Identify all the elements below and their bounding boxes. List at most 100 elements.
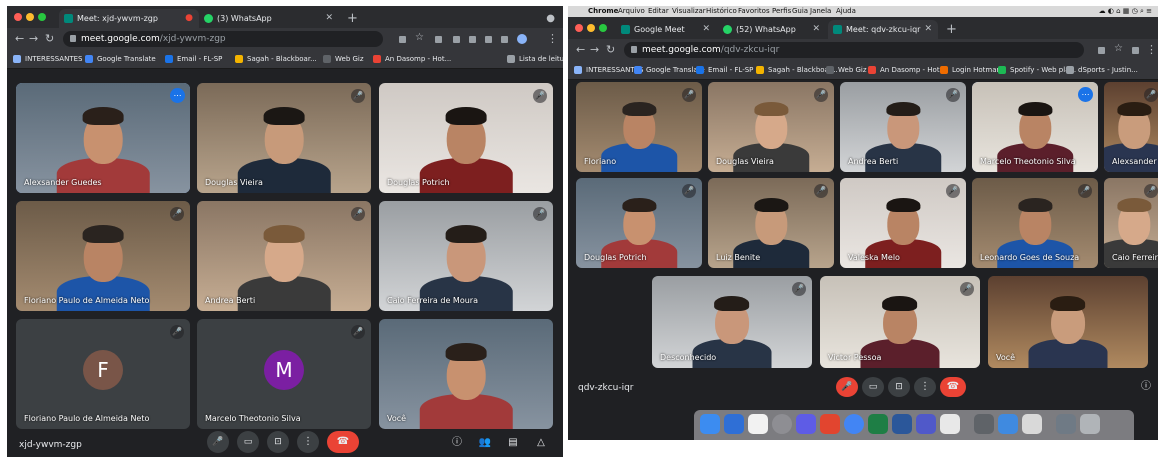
trash-icon[interactable] [1080,414,1100,434]
minimize-window-button[interactable] [587,24,595,32]
maximize-window-button[interactable] [599,24,607,32]
forward-button[interactable]: → [29,32,38,45]
menu-item[interactable]: Editar [648,6,669,17]
meeting-info-icon[interactable]: ⓘ [1138,379,1154,395]
bookmark-item[interactable]: dSports - Justin... [1066,63,1138,77]
camera-indicator-icon[interactable] [1098,47,1105,54]
activities-icon[interactable]: △ [533,435,549,451]
menu-item[interactable]: Janela [810,6,831,17]
bookmark-item[interactable]: Sagah - Blackboar... [235,52,317,66]
participant-tile[interactable]: Floriano 🎤 [576,82,702,172]
bookmark-star-icon[interactable]: ☆ [1114,43,1123,54]
close-tab-icon[interactable]: ✕ [924,20,932,39]
tab-search-icon[interactable]: ● [546,9,555,28]
menu-item[interactable]: Histórico [706,6,737,17]
participant-tile[interactable]: Caio Ferreira de Moura 🎤 [379,201,553,311]
participant-tile[interactable]: Desconhecido 🎤 [652,276,812,368]
chrome-menu-icon[interactable]: ⋮ [1146,43,1157,56]
participant-tile[interactable]: F Floriano Paulo de Almeida Neto 🎤 [16,319,190,429]
bookmark-item[interactable]: Email - FL-SP [696,63,753,77]
close-tab-icon[interactable]: ✕ [325,9,333,28]
app-icon[interactable] [796,414,816,434]
bookmark-item[interactable]: Spotify - Web pla... [998,63,1076,77]
menu-item[interactable]: Favoritos [738,6,770,17]
back-button[interactable]: ← [576,43,585,56]
status-bar-icon[interactable]: ☁ ◐ ⌂ ▦ ◷ ⌕ ≡ [1099,7,1152,15]
close-tab-icon[interactable]: ✕ [812,20,820,39]
address-bar[interactable]: meet.google.com/xjd-ywvm-zgp [63,31,383,47]
extensions-puzzle-icon[interactable] [501,36,508,43]
back-button[interactable]: ← [15,32,24,45]
present-screen-button[interactable]: ⊡ [267,431,289,453]
participant-tile[interactable]: Luiz Benite 🎤 [708,178,834,268]
participant-tile[interactable]: Floriano Paulo de Almeida Neto 🎤 [16,201,190,311]
participant-tile[interactable]: Caio Ferreira de 🎤 [1104,178,1158,268]
bookmark-item[interactable]: Web Giz [323,52,364,66]
camera-indicator-icon[interactable] [399,36,406,43]
tab-meet-active[interactable]: Meet: qdv-zkcu-iqr ✕ [828,20,938,39]
office-icon[interactable] [820,414,840,434]
participant-tile[interactable]: Marcelo Theotonio Silva ⋯ [972,82,1098,172]
teams-icon[interactable] [916,414,936,434]
downloads-folder-icon[interactable] [1056,414,1076,434]
extension-icon[interactable] [453,36,460,43]
extension-icon[interactable] [485,36,492,43]
preview-icon[interactable] [998,414,1018,434]
forward-button[interactable]: → [590,43,599,56]
profile-avatar[interactable] [517,34,527,44]
participant-tile[interactable]: Alexsander Guedes ⋯ [16,83,190,193]
close-tab-icon[interactable]: ✕ [702,20,710,39]
excel-icon[interactable] [868,414,888,434]
participant-tile[interactable]: M Marcelo Theotonio Silva 🎤 [197,319,371,429]
document-icon[interactable] [940,414,960,434]
bookmark-item[interactable]: Lista de leitura [507,52,563,66]
tab-whatsapp[interactable]: (52) WhatsApp ✕ [718,20,826,39]
leave-call-button[interactable]: ☎ [940,377,966,397]
minimize-window-button[interactable] [26,13,34,21]
bookmark-item[interactable]: An Dasomp - Hot... [868,63,946,77]
more-options-button[interactable]: ⋮ [914,377,936,397]
participant-tile[interactable]: Douglas Vieira 🎤 [708,82,834,172]
leave-call-button[interactable]: ☎ [327,431,359,453]
participant-tile[interactable]: Você [988,276,1148,368]
bookmark-star-icon[interactable]: ☆ [415,32,424,43]
participant-tile[interactable]: Valeska Melo 🎤 [840,178,966,268]
menu-item[interactable]: Chrome [588,6,618,17]
menu-item[interactable]: Ajuda [836,6,856,17]
camera-button[interactable]: ▭ [237,431,259,453]
meeting-info-icon[interactable]: ⓘ [449,435,465,451]
present-screen-button[interactable]: ⊡ [888,377,910,397]
microphone-button[interactable]: 🎤 [207,431,229,453]
system-preferences-icon[interactable] [772,414,792,434]
bookmark-item[interactable]: INTERESSANTES [13,52,82,66]
extension-icon[interactable] [435,36,442,43]
menu-item[interactable]: Visualizar [672,6,706,17]
participant-tile[interactable]: Alexsander G 🎤 [1104,82,1158,172]
extension-icon[interactable] [1132,47,1139,54]
tab-meet[interactable]: Meet: xjd-ywvm-zgp ● [59,9,199,28]
participant-tile[interactable]: Andrea Berti 🎤 [197,201,371,311]
more-options-button[interactable]: ⋮ [297,431,319,453]
bookmark-item[interactable]: Google Translate [85,52,156,66]
close-window-button[interactable] [575,24,583,32]
app-icon[interactable] [974,414,994,434]
menu-item[interactable]: Perfis [772,6,791,17]
new-tab-button[interactable]: + [946,20,957,39]
launchpad-icon[interactable] [724,414,744,434]
bookmark-item[interactable]: An Dasomp - Hot... [373,52,451,66]
address-bar[interactable]: meet.google.com/qdv-zkcu-iqr [624,42,1084,58]
chat-icon[interactable]: ▤ [505,435,521,451]
participant-tile[interactable]: Victor Pessoa 🎤 [820,276,980,368]
participant-tile[interactable]: Andrea Berti 🎤 [840,82,966,172]
participant-tile[interactable]: Douglas Potrich 🎤 [576,178,702,268]
new-tab-button[interactable]: + [347,9,358,28]
bookmark-item[interactable]: Login Hotmart [940,63,1002,77]
extension-icon[interactable] [469,36,476,43]
participant-tile[interactable]: Leonardo Goes de Souza 🎤 [972,178,1098,268]
bookmark-item[interactable]: Google Translate [634,63,705,77]
word-icon[interactable] [892,414,912,434]
finder-icon[interactable] [700,414,720,434]
calendar-icon[interactable] [748,414,768,434]
maximize-window-button[interactable] [38,13,46,21]
reload-button[interactable]: ↻ [45,32,54,45]
